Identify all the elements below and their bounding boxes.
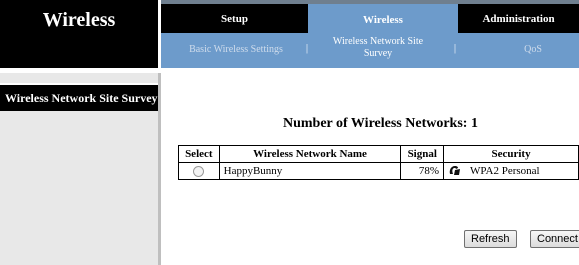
table-header-row: Select Wireless Network Name Signal Secu… bbox=[178, 145, 579, 163]
subtab-site-survey[interactable]: Wireless Network Site Survey bbox=[319, 36, 437, 60]
sub-nav: Basic Wireless Settings | Wireless Netwo… bbox=[161, 33, 579, 68]
top-nav: Setup Wireless Administration bbox=[161, 4, 579, 36]
security-type: WPA2 Personal bbox=[470, 164, 540, 177]
subnav-separator: | bbox=[454, 43, 457, 54]
refresh-button[interactable]: Refresh bbox=[464, 230, 517, 248]
section-title: Wireless bbox=[42, 9, 116, 31]
column-header-select: Select bbox=[178, 145, 220, 163]
security-cell: WPA2 Personal bbox=[443, 162, 579, 180]
tab-wireless[interactable]: Wireless bbox=[308, 4, 458, 36]
select-cell bbox=[178, 162, 220, 180]
lock-icon bbox=[448, 164, 462, 179]
table-row: HappyBunny 78% WPA2 Personal bbox=[178, 162, 579, 180]
network-count: Number of Wireless Networks: 1 bbox=[283, 116, 478, 131]
network-name: HappyBunny bbox=[218, 162, 402, 180]
column-header-signal: Signal bbox=[400, 145, 445, 163]
network-select-radio[interactable] bbox=[193, 165, 205, 177]
brand-block: Wireless bbox=[0, 0, 158, 68]
panel-divider bbox=[158, 73, 161, 265]
subtab-qos[interactable]: QoS bbox=[513, 44, 553, 55]
subtab-basic-wireless-settings[interactable]: Basic Wireless Settings bbox=[181, 44, 291, 55]
subnav-separator: | bbox=[306, 43, 309, 54]
column-header-name: Wireless Network Name bbox=[218, 145, 402, 163]
connect-button[interactable]: Connect bbox=[530, 230, 579, 248]
side-heading-label: Wireless Network Site Survey bbox=[5, 91, 158, 105]
column-header-security: Security bbox=[443, 145, 579, 163]
tab-administration[interactable]: Administration bbox=[458, 4, 579, 33]
signal-strength: 78% bbox=[400, 162, 445, 180]
side-heading: Wireless Network Site Survey bbox=[0, 83, 158, 111]
site-survey-table: Select Wireless Network Name Signal Secu… bbox=[178, 145, 579, 180]
tab-setup[interactable]: Setup bbox=[161, 4, 308, 33]
